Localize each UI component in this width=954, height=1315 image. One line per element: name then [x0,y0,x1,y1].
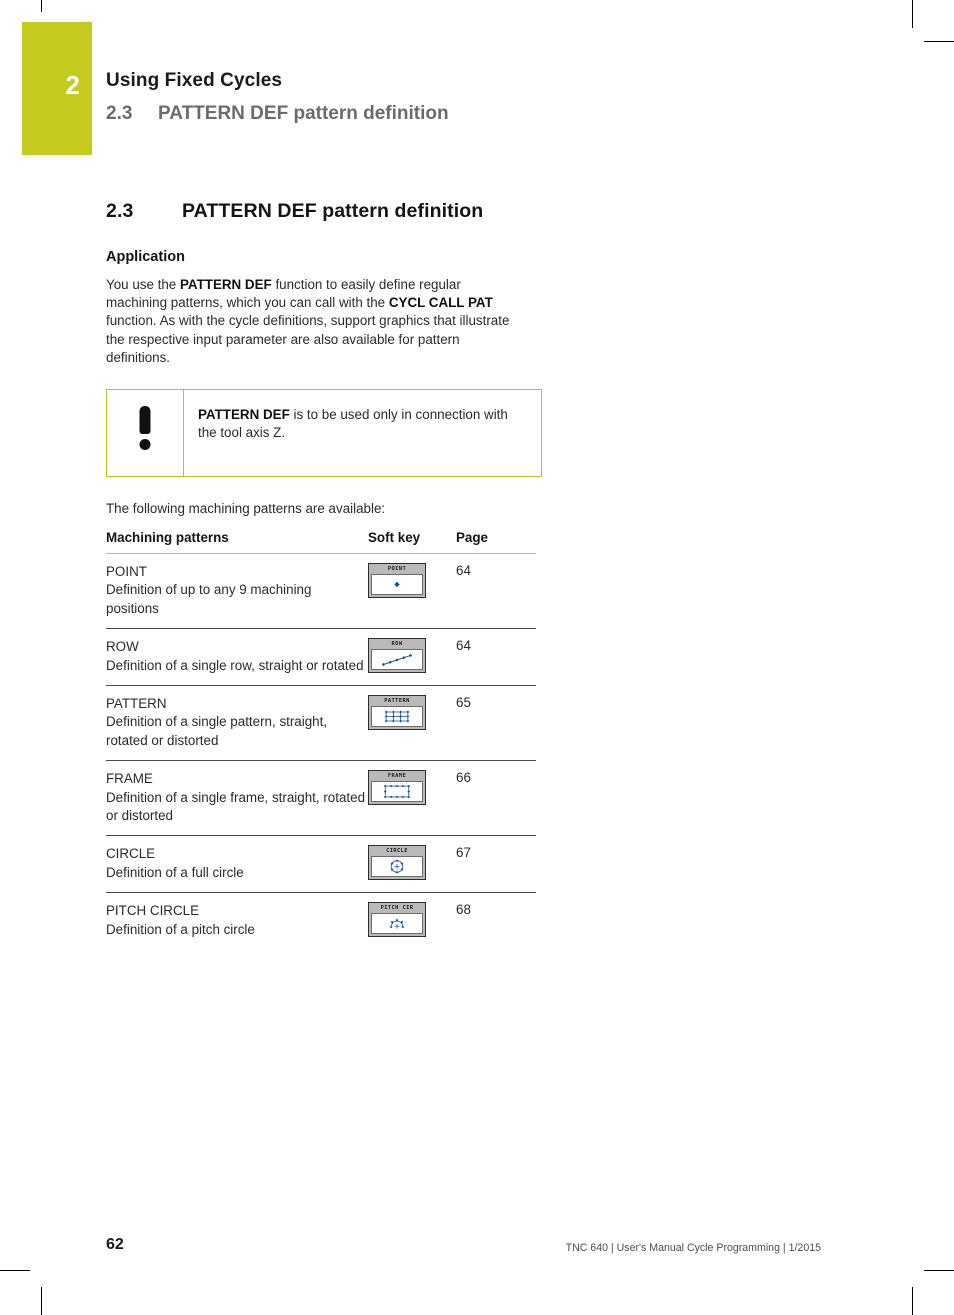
exclamation-stem [139,406,151,435]
application-paragraph: You use the PATTERN DEF function to easi… [106,276,524,367]
pattern-name: ROW [106,639,139,655]
pattern-name: FRAME [106,771,153,787]
pattern-name: PITCH CIRCLE [106,903,200,919]
point-pattern-icon [371,573,423,595]
page-reference: 68 [456,902,471,918]
paragraph-bold-pattern-def: PATTERN DEF [179,277,272,292]
softkey-label: FRAME [387,772,407,779]
page-reference: 64 [456,553,536,630]
softkey-pattern[interactable]: PATTERN [368,695,426,731]
section-number: 2.3 [106,200,134,222]
pattern-name: PATTERN [106,696,167,712]
column-header-page: Page [456,530,536,555]
page-reference: 65 [456,685,536,762]
table-row: CIRCLE Definition of a full circle CIRCL… [106,835,536,894]
note-text: PATTERN DEF is to be used only in connec… [184,390,541,476]
footer-meta: TNC 640 | User's Manual Cycle Programmin… [565,1242,821,1254]
page-reference: 67 [456,835,536,894]
softkey-pitch-circle[interactable]: PITCH CIR [368,902,426,938]
pattern-description: Definition of up to any 9 machining posi… [106,582,312,616]
table-header-row: Machining patterns Soft key Page [106,530,536,555]
pattern-name: CIRCLE [106,846,156,862]
pitch-circle-pattern-icon [371,912,423,934]
header-section-title: PATTERN DEF pattern definition [158,103,449,124]
grid-pattern-icon [371,705,423,727]
softkey-label: CIRCLE [386,847,408,854]
crop-mark-top-left-vertical [41,0,43,12]
note-box: PATTERN DEF is to be used only in connec… [106,389,542,478]
table-intro: The following machining patterns are ava… [106,501,386,517]
footer-page-number: 62 [106,1236,124,1253]
frame-pattern-icon [371,780,423,802]
note-bold-term: PATTERN DEF [198,407,290,423]
softkey-circle[interactable]: CIRCLE [368,845,426,881]
softkey-point[interactable]: POINT [368,563,426,599]
chapter-tab: 2 [22,22,92,155]
row-pattern-icon [371,648,423,670]
crop-mark-bottom-right-vertical [912,1287,914,1315]
exclamation-icon [139,406,151,451]
application-heading: Application [106,249,185,265]
table-row: POINT Definition of up to any 9 machinin… [106,553,536,630]
table-row: FRAME Definition of a single frame, stra… [106,760,536,837]
pattern-name: POINT [106,564,147,580]
machining-patterns-table: Machining patterns Soft key Page POINT D… [106,530,536,949]
header-section-number: 2.3 [106,103,133,124]
page-reference: 66 [456,760,536,837]
exclamation-dot [139,439,151,451]
pattern-description: Definition of a single row, straight or … [106,657,364,673]
crop-mark-bottom-left-horizontal [0,1270,30,1272]
pattern-description: Definition of a single pattern, straight… [106,714,328,748]
column-header-soft-key: Soft key [368,530,456,555]
paragraph-part-3: function. As with the cycle definitions,… [106,313,510,365]
note-icon-cell [107,390,184,477]
paragraph-part-1: You use the [106,277,180,292]
section-title: PATTERN DEF pattern definition [182,200,484,222]
softkey-frame[interactable]: FRAME [368,770,426,806]
header-section-line: 2.3 PATTERN DEF pattern definition [106,103,449,125]
page-reference: 64 [456,628,536,687]
circle-pattern-icon [371,855,423,877]
crop-mark-bottom-right-horizontal [924,1270,954,1272]
header-chapter-title: Using Fixed Cycles [106,70,283,91]
crop-mark-bottom-left-vertical [41,1287,43,1315]
softkey-label: PATTERN [384,697,410,704]
table-row: ROW Definition of a single row, straight… [106,628,536,687]
crop-mark-top-right-vertical [912,0,914,28]
softkey-label: PITCH CIR [380,904,414,911]
pattern-description: Definition of a single frame, straight, … [106,789,366,824]
paragraph-bold-cycl-call-pat: CYCL CALL PAT [388,295,493,311]
page-content: 2.3 PATTERN DEF pattern definition Appli… [106,200,542,949]
table-row: PATTERN Definition of a single pattern, … [106,685,536,762]
softkey-row[interactable]: ROW [368,638,426,674]
softkey-label: ROW [391,640,403,647]
pattern-description: Definition of a full circle [106,864,244,880]
crop-mark-top-right-horizontal [924,41,954,43]
pattern-description: Definition of a pitch circle [106,921,255,937]
column-header-machining-patterns: Machining patterns [106,530,368,555]
page-title: 2.3 PATTERN DEF pattern definition [106,200,536,223]
softkey-label: POINT [387,565,407,572]
running-header: Using Fixed Cycles 2.3 PATTERN DEF patte… [106,70,449,125]
chapter-number: 2 [65,70,80,100]
table-row: PITCH CIRCLE Definition of a pitch circl… [106,893,536,949]
